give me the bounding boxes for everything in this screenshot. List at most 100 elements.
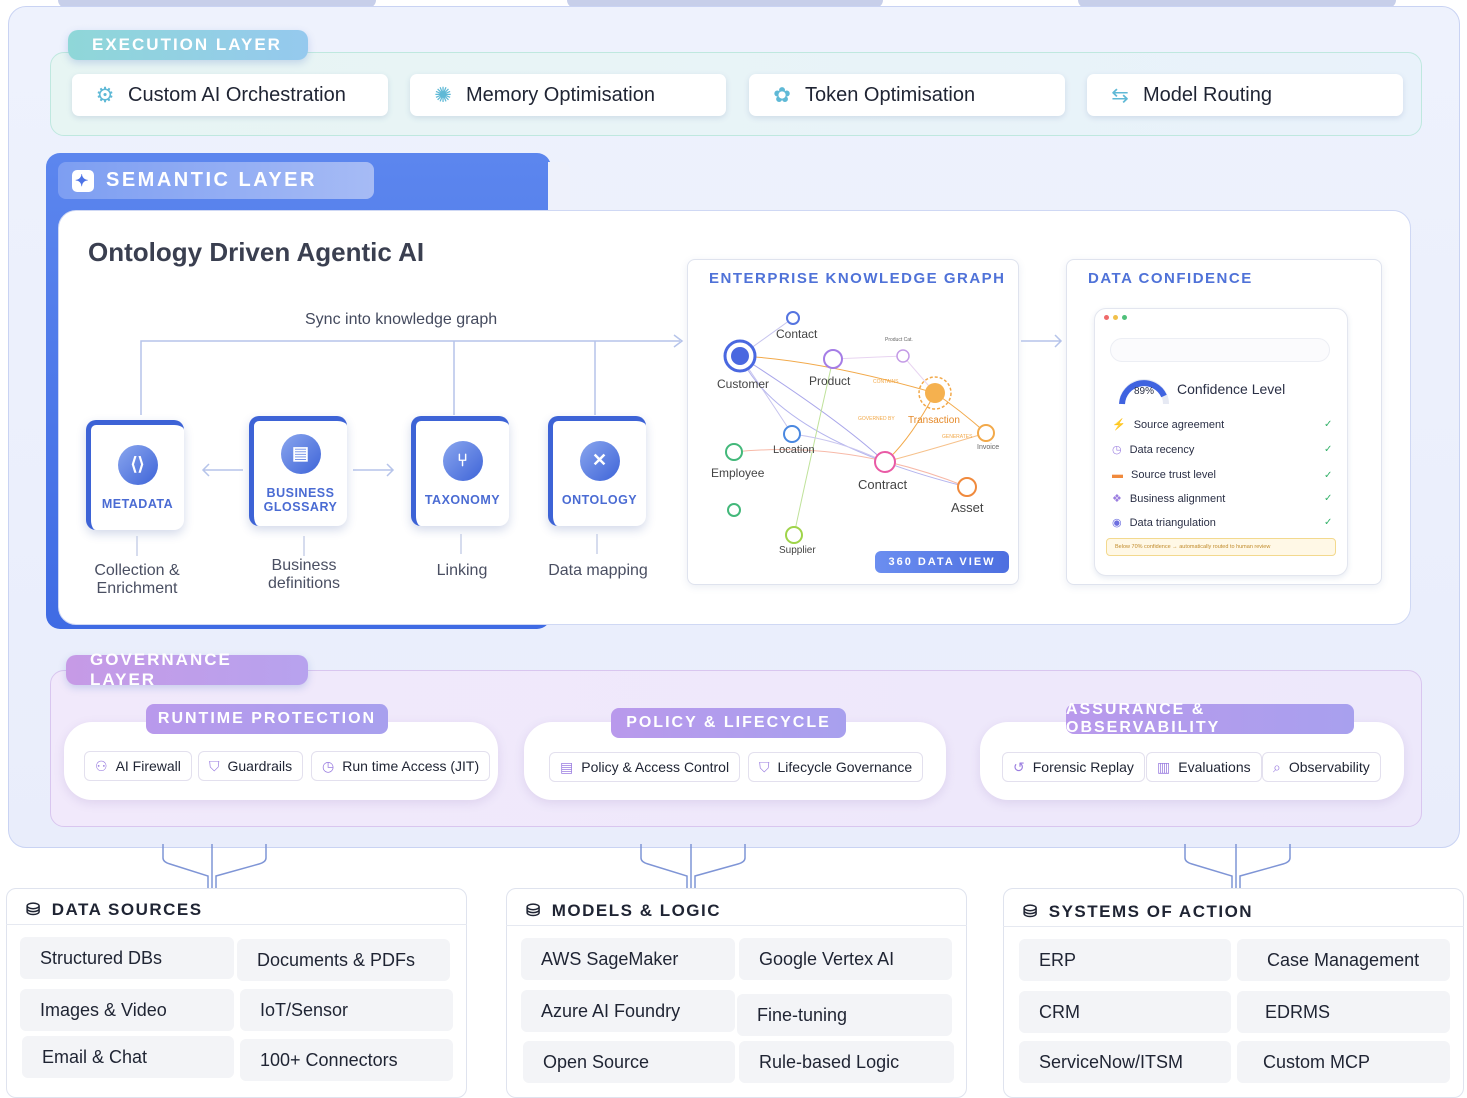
folder-code-icon: ⟨⟩	[117, 444, 158, 485]
model-cell[interactable]: Google Vertex AI	[739, 938, 952, 980]
divider	[6, 924, 467, 925]
chip-label: Run time Access (JIT)	[342, 758, 480, 774]
exec-card-orchestration[interactable]: ⚙ Custom AI Orchestration	[72, 74, 388, 116]
data-source-cell[interactable]: Images & Video	[20, 989, 234, 1031]
ai-firewall-chip[interactable]: ⚇ AI Firewall	[84, 751, 192, 781]
model-cell[interactable]: Open Source	[523, 1041, 735, 1083]
shield-icon: ▬	[1112, 469, 1123, 481]
exec-card-label: Memory Optimisation	[466, 83, 655, 106]
bolt-icon: ⚡	[1112, 419, 1126, 431]
forensic-replay-chip[interactable]: ↺ Forensic Replay	[1002, 752, 1145, 782]
knowledge-graph-title: ENTERPRISE KNOWLEDGE GRAPH	[709, 270, 1006, 287]
graph-edge-label: GENERATES	[942, 434, 973, 440]
taxonomy-tile[interactable]: ⑂ TAXONOMY	[411, 416, 509, 526]
confidence-check-row: ⚡ Source agreement ✓	[1112, 418, 1332, 432]
model-cell[interactable]: AWS SageMaker	[521, 938, 735, 980]
check-label: Source agreement	[1133, 418, 1225, 431]
system-cell[interactable]: CRM	[1019, 991, 1231, 1033]
book-icon: ▤	[280, 433, 321, 474]
badge-icon: ⛉	[759, 758, 770, 775]
network-icon: ✕	[579, 440, 620, 481]
execution-layer-title: EXECUTION LAYER	[68, 30, 308, 60]
data-source-cell[interactable]: Documents & PDFs	[237, 939, 450, 981]
exec-card-memory[interactable]: ✺ Memory Optimisation	[410, 74, 726, 116]
database-icon: ⛁	[1023, 902, 1039, 921]
chip-label: Evaluations	[1178, 759, 1251, 775]
magnifier-icon: ⌕	[1273, 758, 1281, 775]
token-gear-icon: ✿	[773, 83, 791, 107]
tile-caption: Linking	[436, 562, 488, 579]
check-icon: ✓	[1324, 444, 1333, 455]
model-cell[interactable]: Fine-tuning	[737, 994, 952, 1036]
model-cell[interactable]: Rule-based Logic	[739, 1041, 954, 1083]
system-cell[interactable]: Case Management	[1237, 939, 1450, 981]
graph-node-label: Contact	[776, 327, 818, 341]
divider	[506, 925, 967, 926]
data-source-cell[interactable]: Email & Chat	[22, 1036, 234, 1078]
chip-label: Lifecycle Governance	[777, 759, 913, 775]
graph-node-label: Product Cat.	[885, 337, 913, 343]
bottom-connectors	[162, 844, 1291, 888]
confidence-check-row: ◉ Data triangulation ✓	[1112, 516, 1332, 530]
check-icon: ✓	[1324, 517, 1333, 528]
guardrails-chip[interactable]: ⛉ Guardrails	[198, 751, 304, 781]
graph-node-label: Employee	[711, 466, 765, 480]
360-data-view-button[interactable]: 360 DATA VIEW	[875, 551, 1009, 573]
graph-node-label: Supplier	[779, 545, 816, 556]
policy-access-chip[interactable]: ▤ Policy & Access Control	[549, 752, 741, 782]
observability-chip[interactable]: ⌕ Observability	[1262, 752, 1381, 782]
graph-node-label: Asset	[951, 500, 984, 515]
confidence-search-bar[interactable]	[1110, 338, 1330, 362]
data-source-cell[interactable]: 100+ Connectors	[240, 1039, 453, 1081]
exec-card-token[interactable]: ✿ Token Optimisation	[749, 74, 1065, 116]
exec-card-label: Token Optimisation	[805, 83, 976, 106]
assurance-observability-title: ASSURANCE & OBSERVABILITY	[1066, 701, 1354, 736]
runtime-protection-title: RUNTIME PROTECTION	[146, 704, 388, 734]
knowledge-graph[interactable]	[690, 290, 1018, 560]
target-icon: ◉	[1112, 517, 1122, 529]
check-icon: ✓	[1324, 493, 1333, 504]
database-icon: ⛁	[26, 900, 42, 919]
data-confidence-title: DATA CONFIDENCE	[1088, 270, 1253, 287]
confidence-warning-note: Below 70% confidence → automatically rou…	[1106, 538, 1336, 556]
system-cell[interactable]: Custom MCP	[1237, 1041, 1450, 1083]
data-source-cell[interactable]: IoT/Sensor	[240, 989, 453, 1031]
lifecycle-governance-chip[interactable]: ⛉ Lifecycle Governance	[748, 752, 924, 782]
system-cell[interactable]: EDRMS	[1237, 991, 1450, 1033]
model-cell[interactable]: Azure AI Foundry	[521, 990, 735, 1032]
confidence-check-row: ◷ Data recency ✓	[1112, 443, 1332, 457]
data-sources-title: ⛁ DATA SOURCES	[26, 900, 203, 920]
clock-icon: ◷	[1112, 444, 1122, 456]
governance-layer-title: GOVERNANCE LAYER	[66, 650, 308, 689]
graph-edge-label: CONTAINS	[873, 379, 899, 385]
evaluations-chip[interactable]: ▥ Evaluations	[1146, 752, 1262, 782]
sparkle-icon: ✦	[72, 169, 94, 192]
bar-chart-icon: ▥	[1157, 758, 1171, 775]
policy-lifecycle-title: POLICY & LIFECYCLE	[611, 708, 846, 738]
metadata-tile[interactable]: ⟨⟩ METADATA	[86, 420, 184, 530]
clock-icon: ◷	[322, 757, 335, 774]
document-icon: ▤	[560, 758, 574, 775]
caption-ticks	[136, 534, 598, 556]
data-source-cell[interactable]: Structured DBs	[20, 937, 234, 979]
tile-label: ONTOLOGY	[561, 492, 638, 507]
confidence-check-row: ▬ Source trust level ✓	[1112, 469, 1332, 481]
exec-card-routing[interactable]: ⇆ Model Routing	[1087, 74, 1403, 116]
ontology-tile[interactable]: ✕ ONTOLOGY	[548, 416, 646, 526]
chip-label: AI Firewall	[115, 758, 181, 774]
panel-title: DATA SOURCES	[51, 900, 203, 919]
neural-network-icon: ✺	[434, 83, 452, 107]
routing-icon: ⇆	[1111, 83, 1129, 107]
models-logic-title: ⛁ MODELS & LOGIC	[526, 901, 721, 921]
window-dots	[1104, 315, 1127, 320]
chip-label: Policy & Access Control	[581, 759, 730, 775]
firewall-icon: ⚇	[95, 757, 108, 774]
system-cell[interactable]: ServiceNow/ITSM	[1019, 1041, 1231, 1083]
exec-card-label: Model Routing	[1143, 83, 1272, 106]
branch-icon: ⑂	[442, 440, 483, 481]
panel-title: SYSTEMS OF ACTION	[1048, 902, 1254, 921]
system-cell[interactable]: ERP	[1019, 939, 1231, 981]
chip-label: Forensic Replay	[1032, 759, 1134, 775]
business-glossary-tile[interactable]: ▤ BUSINESS GLOSSARY	[249, 416, 347, 526]
runtime-access-chip[interactable]: ◷ Run time Access (JIT)	[311, 751, 491, 781]
